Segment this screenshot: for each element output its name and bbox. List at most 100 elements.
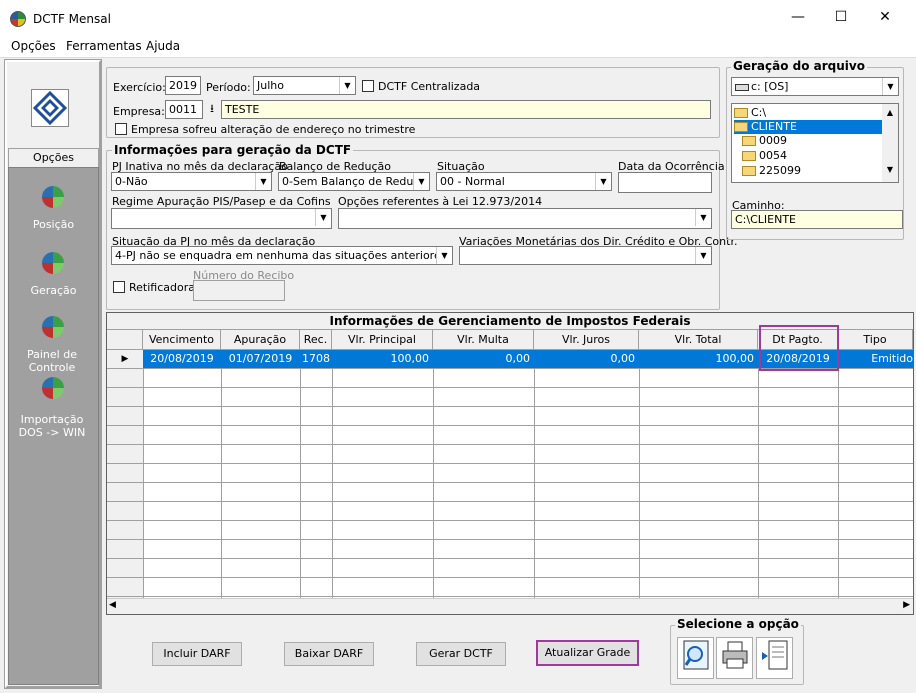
dt-pagto-highlight [759,325,839,371]
pj-inativa-select[interactable]: 0-Não ▼ [111,172,272,191]
folder-item[interactable]: 0054 [742,149,882,163]
sidebar-item-importacao[interactable]: Importação DOS -> WIN [10,413,94,439]
recibo-field[interactable] [193,280,285,301]
maximize-button[interactable]: ☐ [818,3,864,31]
minimize-button[interactable]: — [775,3,821,31]
dropdown-arrow-icon[interactable]: ▼ [315,209,331,226]
scroll-right-icon[interactable]: ▶ [903,600,910,610]
data-ocorrencia-field[interactable] [618,172,712,193]
scroll-left-icon[interactable]: ◀ [109,600,116,610]
grid-line [433,350,434,598]
grid-line [639,350,640,598]
empresa-label: Empresa: [113,105,165,118]
empresa-code-field[interactable]: 0011 [165,100,203,119]
variacoes-select[interactable]: ▼ [459,246,712,265]
tab-opcoes[interactable]: Opções [8,148,99,168]
empresa-name-field[interactable]: TESTE [221,100,711,119]
open-folder-icon [734,108,748,118]
folder-item[interactable]: 225099 [742,164,882,178]
caminho-field[interactable]: C:\CLIENTE [731,210,903,229]
cell-vencimento: 20/08/2019 [150,352,214,365]
situacao-pj-select[interactable]: 4-PJ não se enquadra em nenhuma das situ… [111,246,453,265]
opcoes-lei-label: Opções referentes à Lei 12.973/2014 [338,195,543,208]
folder-scrollbar[interactable]: ▲ ▼ [882,104,898,182]
cell-apuracao: 01/07/2019 [228,352,293,365]
exercicio-field[interactable]: 2019 [165,76,201,95]
export-button[interactable] [756,637,793,679]
grid-line [838,350,839,598]
cell-tipo: Emitido [871,352,913,365]
globe-icon[interactable] [42,316,64,338]
alteracao-checkbox[interactable] [115,123,127,135]
folder-label: 225099 [759,164,801,177]
cell-vlr-principal: 100,00 [390,352,430,365]
folder-item-selected[interactable]: CLIENTE [734,120,884,134]
periodo-select[interactable]: Julho ▼ [253,76,356,95]
incluir-darf-button[interactable]: Incluir DARF [152,642,242,666]
sidebar-item-painel[interactable]: Painel de Controle [22,348,82,374]
menu-ajuda[interactable]: Ajuda [146,39,180,53]
scroll-up-icon[interactable]: ▲ [882,108,898,117]
balanco-select[interactable]: 0-Sem Balanço de Reduçã ▼ [278,172,430,191]
geracao-title: Informações para geração da DCTF [112,143,354,157]
grid-body[interactable] [107,350,913,598]
folder-list[interactable]: C:\ CLIENTE 0009 0054 225099 ▲ ▼ [731,103,899,183]
print-button[interactable] [716,637,753,679]
periodo-value: Julho [257,79,284,92]
atualizar-grade-button[interactable]: Atualizar Grade [536,640,639,666]
folder-icon [742,136,756,146]
dropdown-arrow-icon[interactable]: ▼ [436,247,452,264]
cell-vlr-multa: 0,00 [505,352,531,365]
cell-rec: 1708 [302,352,330,365]
grid-line [534,350,535,598]
cell-vlr-juros: 0,00 [610,352,636,365]
dropdown-arrow-icon[interactable]: ▼ [255,173,271,190]
scroll-down-icon[interactable]: ▼ [882,165,898,174]
col-rec[interactable]: Rec. [300,330,332,350]
menu-ferramentas[interactable]: Ferramentas [66,39,142,53]
folder-label: 0054 [759,149,787,162]
dropdown-arrow-icon[interactable]: ▼ [595,173,611,190]
dropdown-arrow-icon[interactable]: ▼ [339,77,355,94]
window-title: DCTF Mensal [33,12,111,26]
col-vlr-total[interactable]: Vlr. Total [639,330,758,350]
close-button[interactable]: ✕ [862,3,908,31]
grid-line [300,350,301,598]
situacao-select[interactable]: 00 - Normal ▼ [436,172,612,191]
globe-icon[interactable] [42,186,64,208]
dropdown-arrow-icon[interactable]: ▼ [695,209,711,226]
printer-icon [722,641,747,669]
col-vlr-principal[interactable]: Vlr. Principal [332,330,433,350]
retificadora-label: Retificadora [129,281,195,294]
col-vlr-multa[interactable]: Vlr. Multa [433,330,534,350]
dropdown-arrow-icon[interactable]: ▼ [413,173,429,190]
baixar-darf-button[interactable]: Baixar DARF [284,642,374,666]
centralizada-checkbox[interactable] [362,80,374,92]
periodo-label: Período: [206,81,251,94]
gerar-dctf-button[interactable]: Gerar DCTF [416,642,506,666]
drive-icon [735,83,749,91]
dropdown-arrow-icon[interactable]: ▼ [882,78,898,95]
regime-select[interactable]: ▼ [111,208,332,229]
drive-select[interactable]: c: [OS] ▼ [731,77,899,96]
dropdown-arrow-icon[interactable]: ▼ [695,247,711,264]
globe-icon[interactable] [42,252,64,274]
grid-hscrollbar[interactable]: ◀ ▶ [107,598,913,614]
balanco-value: 0-Sem Balanço de Reduçã [282,175,427,188]
folder-item[interactable]: 0009 [742,134,882,148]
retificadora-checkbox[interactable] [113,281,125,293]
opcoes-lei-select[interactable]: ▼ [338,208,712,229]
situacao-pj-value: 4-PJ não se enquadra em nenhuma das situ… [115,249,447,262]
col-vencimento[interactable]: Vencimento [143,330,221,350]
sidebar-item-posicao[interactable]: Posição [8,218,99,231]
menu-opcoes[interactable]: Opções [11,39,56,53]
grid-line [221,350,222,598]
preview-button[interactable] [677,637,714,679]
col-vlr-juros[interactable]: Vlr. Juros [534,330,639,350]
col-apuracao[interactable]: Apuração [221,330,300,350]
globe-icon[interactable] [42,377,64,399]
sidebar-item-geracao[interactable]: Geração [8,284,99,297]
col-tipo[interactable]: Tipo [838,330,913,350]
regime-label: Regime Apuração PIS/Pasep e da Cofins [112,195,331,208]
download-arrow-icon[interactable]: ⭳ [204,100,220,119]
